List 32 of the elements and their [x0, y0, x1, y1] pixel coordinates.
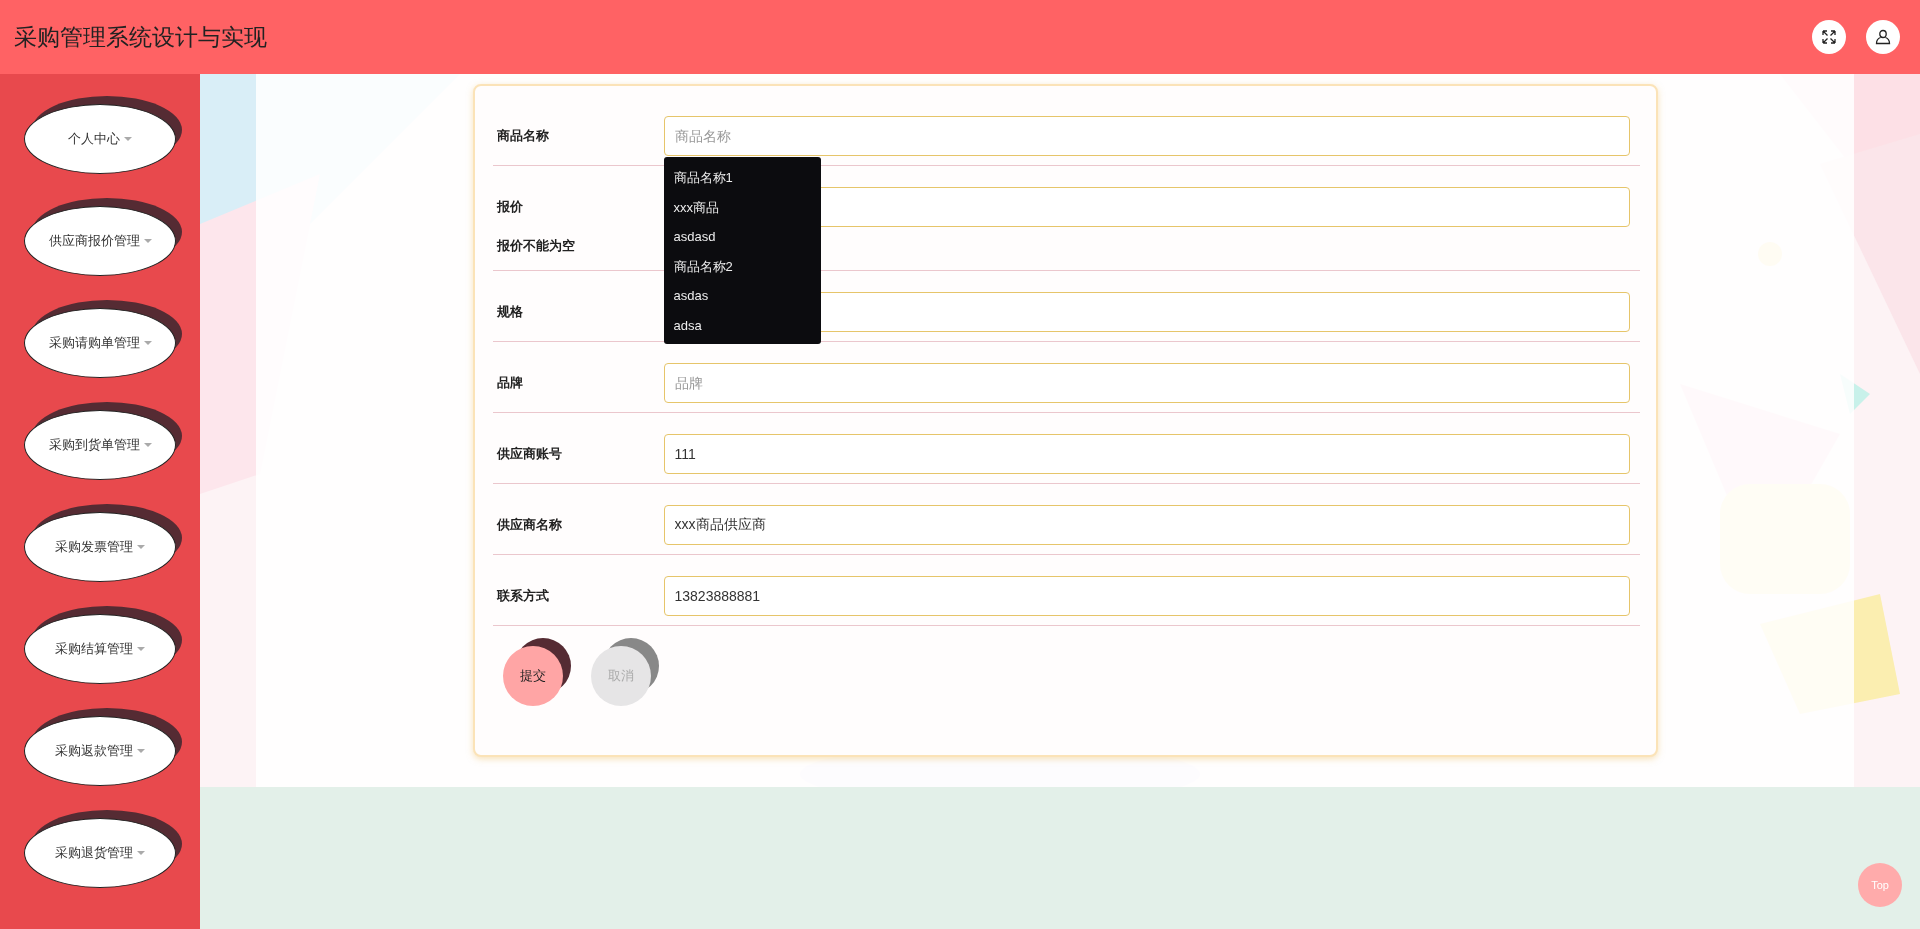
user-button[interactable]: [1866, 20, 1900, 54]
caret-icon: [143, 341, 152, 345]
input-field[interactable]: 品牌: [663, 363, 1630, 403]
app-title: 采购管理系统设计与实现: [14, 22, 268, 52]
field-label: 报价: [495, 198, 524, 216]
input-field[interactable]: 商品名称: [663, 116, 1630, 156]
field-label: 供应商账号: [495, 445, 563, 463]
caret-icon: [137, 851, 145, 855]
field-label: 联系方式: [495, 587, 550, 605]
caret-icon: [124, 137, 132, 141]
suggestion-option[interactable]: asdas: [663, 281, 821, 311]
input-field[interactable]: 111: [663, 434, 1630, 474]
suggestion-option[interactable]: xxx商品: [663, 192, 821, 222]
caret-icon: [137, 749, 145, 753]
caret-icon: [137, 647, 145, 651]
suggestion-option[interactable]: adsa: [663, 310, 821, 340]
field-label: 规格: [495, 303, 524, 321]
input-field[interactable]: 13823888881: [663, 576, 1630, 616]
caret-icon: [143, 239, 152, 243]
suggestion-option[interactable]: asdasd: [663, 222, 821, 252]
suggestion-option[interactable]: 商品名称1: [663, 163, 821, 193]
fullscreen-button[interactable]: [1812, 20, 1846, 54]
field-label: 供应商名称: [495, 516, 563, 534]
field-label: 商品名称: [495, 127, 550, 145]
user-icon: [1875, 29, 1891, 45]
error-message: 报价不能为空: [495, 237, 575, 255]
input-field[interactable]: xxx商品供应商: [663, 505, 1630, 545]
caret-icon: [137, 545, 145, 549]
field-label: 品牌: [495, 374, 524, 392]
caret-icon: [143, 443, 152, 447]
suggestion-option[interactable]: 商品名称2: [663, 251, 821, 281]
expand-icon: [1821, 29, 1837, 45]
